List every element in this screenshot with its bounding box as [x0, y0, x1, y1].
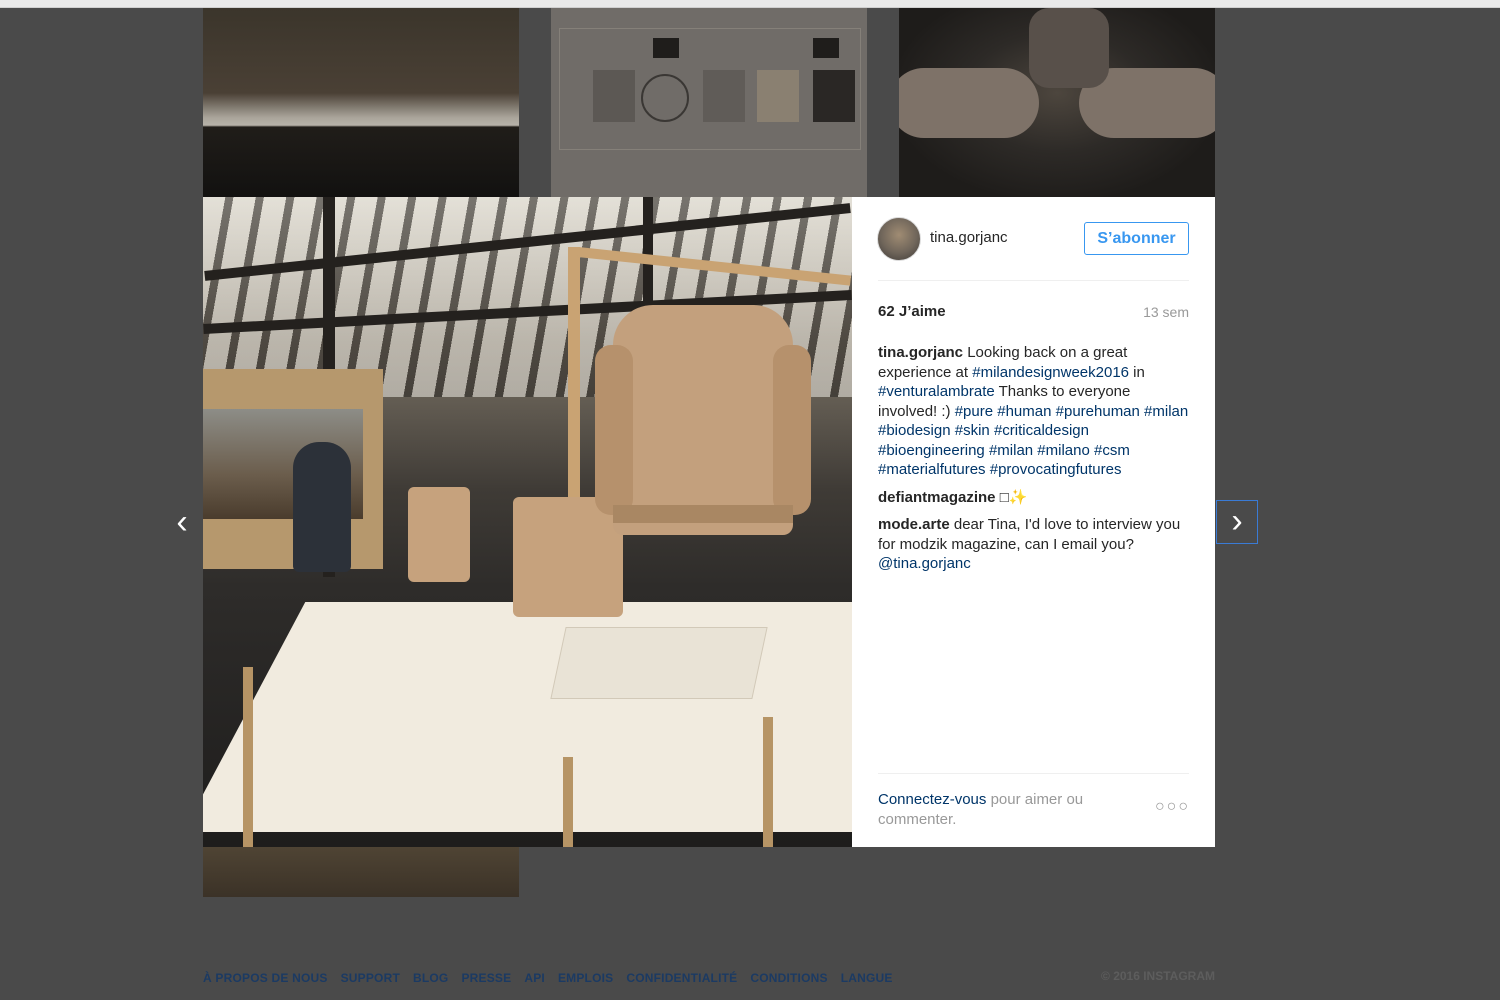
post-photo[interactable]	[203, 197, 852, 847]
grid-photo-1[interactable]	[203, 8, 519, 197]
comment-author[interactable]: tina.gorjanc	[878, 344, 963, 361]
more-options-icon[interactable]: ○○○	[1155, 798, 1190, 816]
previous-arrow-icon[interactable]: ‹	[168, 502, 196, 542]
grid-photo-3[interactable]	[899, 8, 1215, 197]
photo-photographer	[293, 442, 351, 572]
login-prompt: Connectez-vous pour aimer ou commenter.	[878, 790, 1128, 829]
hashtag-link[interactable]: #bioengineering	[878, 442, 985, 459]
comment-author[interactable]: mode.arte	[878, 516, 950, 533]
comment: tina.gorjanc Looking back on a great exp…	[878, 343, 1189, 480]
post-side-panel: tina.gorjanc S’abonner 62 J’aime 13 sem …	[852, 197, 1215, 847]
comment-list: tina.gorjanc Looking back on a great exp…	[878, 343, 1189, 582]
footer-link[interactable]: API	[524, 971, 545, 985]
comment-text: □✨	[999, 488, 1028, 506]
photo-table-leg	[763, 717, 773, 847]
hashtag-link[interactable]: #milano	[1037, 442, 1090, 459]
photo-tote-bag	[513, 497, 623, 617]
hashtag-link[interactable]: #materialfutures	[878, 461, 986, 478]
grid-photo-2-sample	[813, 70, 855, 122]
footer-link[interactable]: LANGUE	[841, 971, 893, 985]
hashtag-link[interactable]: #venturalambrate	[878, 383, 995, 400]
post-username[interactable]: tina.gorjanc	[930, 229, 1008, 246]
jacket-sleeve	[773, 345, 811, 515]
hashtag-link[interactable]: #milandesignweek2016	[972, 364, 1129, 381]
footer-link[interactable]: CONDITIONS	[750, 971, 827, 985]
photo-acrylic-plinth	[550, 627, 768, 699]
photo-table-leg	[243, 667, 253, 847]
photo-jacket	[595, 305, 811, 535]
hashtag-link[interactable]: #human	[997, 403, 1051, 420]
footer-links: À PROPOS DE NOUS SUPPORT BLOG PRESSE API EMPL…	[203, 969, 906, 986]
grid-photo-2-sample	[593, 70, 635, 122]
footer-link[interactable]: À PROPOS DE NOUS	[203, 971, 328, 985]
grid-photo-2-lamp	[653, 38, 679, 58]
footer-link[interactable]: EMPLOIS	[558, 971, 613, 985]
photo-backpack	[408, 487, 470, 582]
hashtag-link[interactable]: #csm	[1094, 442, 1130, 459]
comment-text: in	[1129, 363, 1145, 381]
copyright: © 2016 INSTAGRAM	[1101, 969, 1215, 983]
grid-photo-2-ring	[641, 74, 689, 122]
page-footer: À PROPOS DE NOUS SUPPORT BLOG PRESSE API EMPL…	[203, 969, 1215, 987]
footer-divider	[878, 773, 1189, 774]
footer-link[interactable]: CONFIDENTIALITÉ	[626, 971, 737, 985]
header-divider	[878, 280, 1189, 281]
comment: defiantmagazine □✨	[878, 488, 1189, 508]
hashtag-link[interactable]: #milan	[989, 442, 1033, 459]
hashtag-link[interactable]: #milan	[1144, 403, 1188, 420]
jacket-belt	[613, 505, 793, 523]
footer-link[interactable]: BLOG	[413, 971, 448, 985]
grid-photo-2-lamp	[813, 38, 839, 58]
likes-count[interactable]: 62 J’aime	[878, 303, 946, 320]
hashtag-link[interactable]: @tina.gorjanc	[878, 555, 971, 572]
grid-photo-2-sample	[703, 70, 745, 122]
grid-photo-2-sample	[757, 70, 799, 122]
hashtag-link[interactable]: #criticaldesign	[994, 422, 1089, 439]
photo-table-leg	[563, 757, 573, 847]
hashtag-link[interactable]: #skin	[955, 422, 990, 439]
avatar[interactable]	[877, 217, 921, 261]
grid-photo-3-hand	[899, 68, 1039, 138]
comment-author[interactable]: defiantmagazine	[878, 489, 996, 506]
grid-photo-4[interactable]	[203, 847, 519, 897]
follow-button[interactable]: S’abonner	[1084, 222, 1189, 255]
next-arrow-icon[interactable]: ›	[1216, 500, 1258, 544]
footer-link[interactable]: PRESSE	[461, 971, 511, 985]
hashtag-link[interactable]: #biodesign	[878, 422, 951, 439]
post-age[interactable]: 13 sem	[1143, 304, 1189, 320]
footer-link[interactable]: SUPPORT	[341, 971, 400, 985]
hashtag-link[interactable]: #pure	[955, 403, 993, 420]
comment: mode.arte dear Tina, I'd love to intervi…	[878, 515, 1189, 574]
jacket-sleeve	[595, 345, 633, 515]
browser-top-bar	[0, 0, 1500, 8]
hashtag-link[interactable]: #purehuman	[1056, 403, 1140, 420]
hashtag-link[interactable]: #provocatingfutures	[990, 461, 1122, 478]
login-link[interactable]: Connectez-vous	[878, 791, 986, 808]
grid-photo-2[interactable]	[551, 8, 867, 197]
grid-photo-3-object	[1029, 8, 1109, 88]
